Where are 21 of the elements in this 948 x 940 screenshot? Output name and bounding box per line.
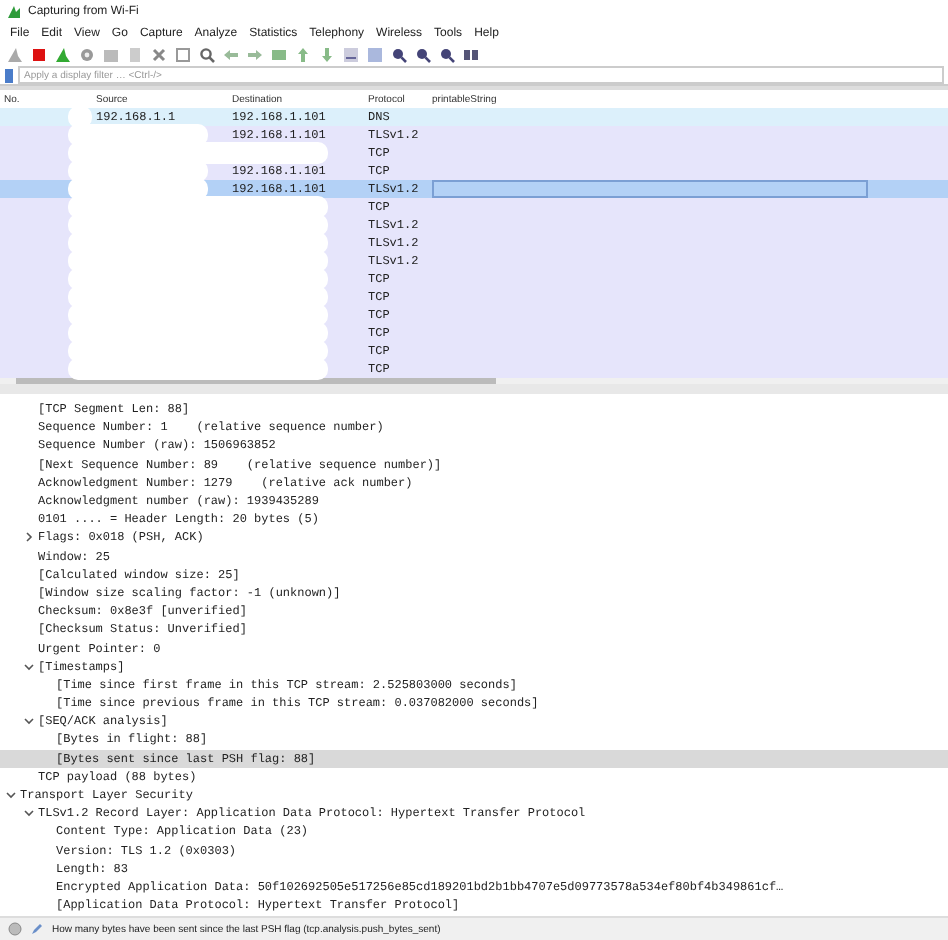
down-arrow-icon[interactable]	[318, 46, 336, 64]
expanded-caret-icon[interactable]	[24, 808, 34, 819]
shark-fin-icon[interactable]	[6, 46, 24, 64]
expanded-caret-icon[interactable]	[6, 790, 16, 801]
close-icon[interactable]	[150, 46, 168, 64]
collapsed-caret-icon[interactable]	[24, 532, 34, 543]
scrollbar[interactable]	[16, 378, 496, 384]
expanded-caret-icon[interactable]	[24, 716, 34, 727]
selected-cell[interactable]	[432, 180, 868, 198]
resize-columns-icon[interactable]	[462, 46, 480, 64]
zoom-in-icon[interactable]	[390, 46, 408, 64]
bookmark-icon	[4, 67, 14, 83]
left-arrow-icon[interactable]	[222, 46, 240, 64]
expanded-caret-icon[interactable]	[24, 661, 34, 672]
search-icon[interactable]	[198, 46, 216, 64]
app-logo-icon	[6, 4, 22, 20]
pencil-icon	[30, 922, 44, 936]
right-arrow-icon[interactable]	[246, 46, 264, 64]
stop-icon[interactable]	[30, 46, 48, 64]
up-arrow-icon[interactable]	[294, 46, 312, 64]
status-circle-icon	[8, 922, 22, 936]
